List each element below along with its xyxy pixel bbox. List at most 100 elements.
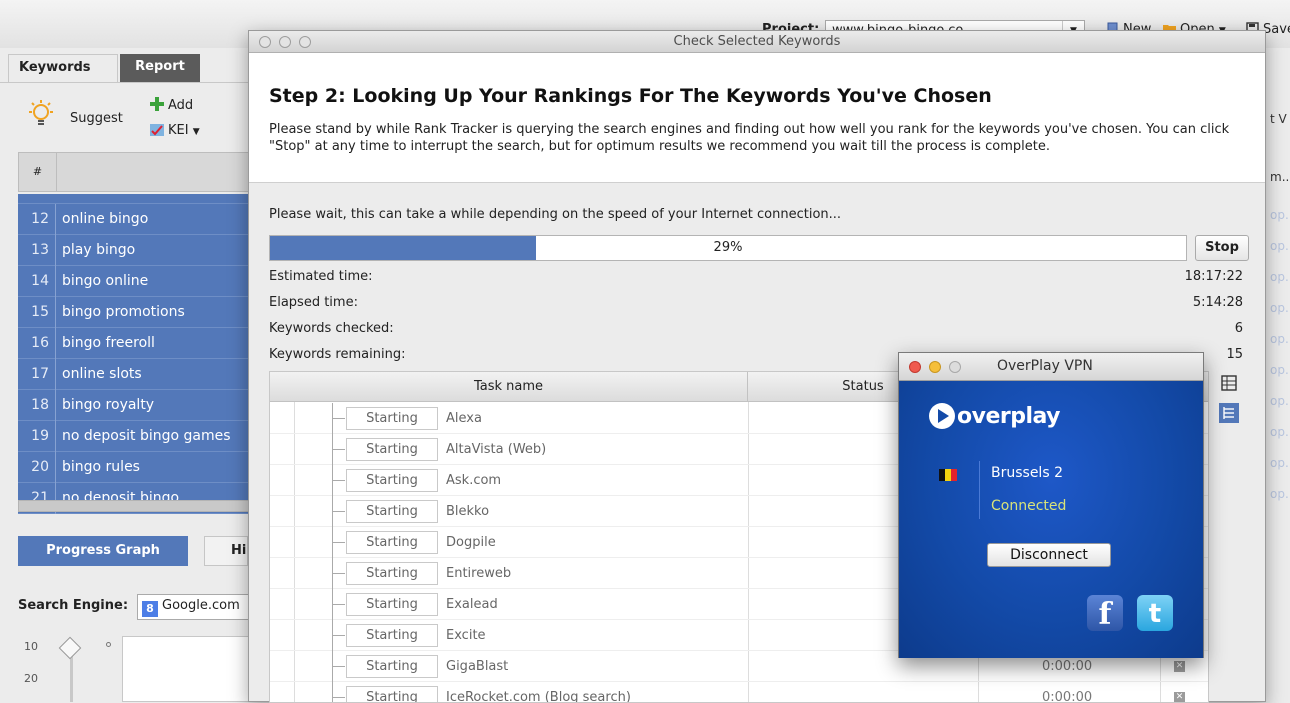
- table-row[interactable]: 14 bingo online: [18, 266, 250, 297]
- twitter-icon[interactable]: t: [1137, 595, 1173, 631]
- play-icon: [929, 403, 955, 429]
- search-engine-select[interactable]: 8 Google.com: [137, 594, 249, 620]
- zoom-window-button[interactable]: [299, 36, 311, 48]
- plus-icon: [150, 97, 164, 111]
- tab-history[interactable]: His: [204, 536, 248, 566]
- google-icon: 8: [142, 601, 158, 617]
- keyword-text: bingo freeroll: [62, 335, 155, 351]
- task-name: Alexa: [446, 411, 482, 426]
- graph-point-marker: [106, 642, 111, 647]
- cell-fragment: op...: [1270, 456, 1290, 470]
- divider: [979, 461, 980, 519]
- cell-fragment: op...: [1270, 208, 1290, 222]
- task-state: Starting: [346, 624, 438, 647]
- tree-connector: [332, 558, 346, 589]
- row-number: 14: [18, 266, 56, 297]
- estimated-time-value: 18:17:22: [1184, 269, 1243, 284]
- table-row[interactable]: 18 bingo royalty: [18, 390, 250, 421]
- column-header-fragment: m..: [1270, 170, 1290, 184]
- wait-message: Please wait, this can take a while depen…: [269, 207, 842, 222]
- tree-connector: [332, 651, 346, 682]
- table-row[interactable]: 12 online bingo: [18, 204, 250, 235]
- row-number: 13: [18, 235, 56, 266]
- kei-icon: [150, 124, 164, 136]
- tree-connector: [332, 465, 346, 496]
- row-number: 20: [18, 452, 56, 483]
- column-header-task-name[interactable]: Task name: [270, 372, 748, 402]
- task-row[interactable]: Starting IceRocket.com (Blog search) 0:00:…: [270, 682, 1208, 702]
- search-engine-label: Search Engine:: [18, 598, 129, 613]
- lightbulb-icon: [29, 100, 53, 125]
- table-row[interactable]: 20 bingo rules: [18, 452, 250, 483]
- keyword-list: 12 online bingo 13 play bingo 14 bingo onli…: [18, 194, 250, 514]
- table-view-icon[interactable]: [1219, 373, 1239, 393]
- step-description: Please stand by while Rank Tracker is qu…: [269, 122, 1230, 154]
- cancel-task-icon[interactable]: ✕: [1174, 692, 1185, 702]
- axis-tick-label: 10: [24, 640, 38, 653]
- table-row[interactable]: 17 online slots: [18, 359, 250, 390]
- cell-fragment: op...: [1270, 487, 1290, 501]
- zoom-slider-handle[interactable]: [58, 636, 82, 660]
- disconnect-button[interactable]: Disconnect: [987, 543, 1111, 567]
- estimated-time-label: Estimated time:: [269, 269, 373, 284]
- facebook-icon[interactable]: f: [1087, 595, 1123, 632]
- dialog-header: Step 2: Looking Up Your Rankings For The…: [249, 53, 1265, 183]
- row-number-header[interactable]: #: [19, 153, 57, 191]
- keywords-remaining-label: Keywords remaining:: [269, 347, 406, 362]
- vpn-body: overplay Brussels 2 Connected Disconnect…: [899, 381, 1203, 658]
- table-row[interactable]: 15 bingo promotions: [18, 297, 250, 328]
- close-window-button[interactable]: [909, 361, 921, 373]
- row-number: 15: [18, 297, 56, 328]
- tab-keywords[interactable]: Keywords: [8, 54, 118, 82]
- task-name: Ask.com: [446, 473, 502, 488]
- tree-view-icon[interactable]: [1219, 403, 1239, 423]
- add-button[interactable]: Add: [150, 97, 193, 113]
- task-state: Starting: [346, 469, 438, 492]
- progress-percent: 29%: [713, 240, 743, 255]
- horizontal-scrollbar[interactable]: [18, 500, 250, 512]
- task-state: Starting: [346, 407, 438, 430]
- overplay-logo: overplay: [929, 403, 1061, 429]
- step-heading: Step 2: Looking Up Your Rankings For The…: [269, 85, 992, 107]
- row-number: 12: [18, 204, 56, 235]
- task-state: Starting: [346, 562, 438, 585]
- task-state: Starting: [346, 500, 438, 523]
- close-window-button[interactable]: [259, 36, 271, 48]
- task-name: GigaBlast: [446, 659, 509, 674]
- suggest-button[interactable]: Suggest: [70, 111, 123, 126]
- kei-button[interactable]: KEI ▼: [150, 123, 200, 138]
- table-row[interactable]: 19 no deposit bingo games: [18, 421, 250, 452]
- chevron-down-icon[interactable]: ▼: [193, 127, 200, 137]
- keyword-text: no deposit bingo games: [62, 428, 231, 444]
- axis-tick-label: 20: [24, 672, 38, 685]
- row-number: 16: [18, 328, 56, 359]
- keyword-text: bingo promotions: [62, 304, 185, 320]
- table-row[interactable]: [18, 194, 250, 204]
- column-header-fragment: t V: [1270, 112, 1287, 126]
- elapsed-time-value: 5:14:28: [1192, 295, 1243, 310]
- cancel-task-icon[interactable]: ✕: [1174, 661, 1185, 672]
- zoom-window-button[interactable]: [949, 361, 961, 373]
- minimize-window-button[interactable]: [929, 361, 941, 373]
- keyword-text: bingo royalty: [62, 397, 155, 413]
- task-state: Starting: [346, 686, 438, 702]
- table-row[interactable]: 13 play bingo: [18, 235, 250, 266]
- stop-button[interactable]: Stop: [1195, 235, 1249, 261]
- task-name: Blekko: [446, 504, 490, 519]
- connection-status: Connected: [991, 498, 1067, 514]
- cell-fragment: op...: [1270, 270, 1290, 284]
- minimize-window-button[interactable]: [279, 36, 291, 48]
- keyword-text: online slots: [62, 366, 142, 382]
- tab-report[interactable]: Report: [120, 54, 200, 82]
- right-column-strip: t V m.. op... op... op... op... op... op…: [1266, 100, 1290, 530]
- cell-fragment: op...: [1270, 425, 1290, 439]
- keywords-checked-label: Keywords checked:: [269, 321, 394, 336]
- dialog-titlebar: Check Selected Keywords: [249, 31, 1265, 53]
- search-engine-value: Google.com: [162, 598, 240, 613]
- cell-fragment: op...: [1270, 239, 1290, 253]
- tree-connector: [332, 403, 346, 434]
- table-row[interactable]: 16 bingo freeroll: [18, 328, 250, 359]
- tab-progress-graph[interactable]: Progress Graph: [18, 536, 188, 566]
- logo-wordmark: overplay: [957, 403, 1061, 429]
- task-state: Starting: [346, 655, 438, 678]
